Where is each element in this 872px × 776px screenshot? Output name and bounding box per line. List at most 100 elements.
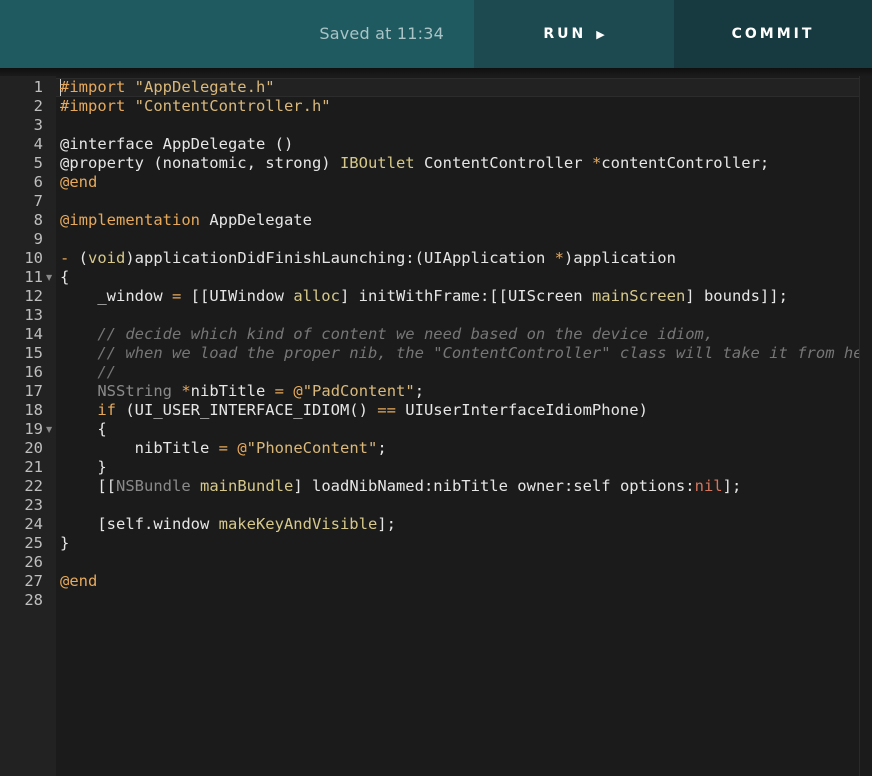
code-line: #import "AppDelegate.h" [60, 78, 275, 97]
fold-toggle-icon[interactable]: ▼ [46, 268, 52, 287]
code-token: )applicationDidFinishLaunching:(UIApplic… [125, 249, 555, 267]
code-token: alloc [293, 287, 340, 305]
commit-button[interactable]: COMMIT [674, 0, 872, 68]
code-token: - [60, 249, 79, 267]
code-editor[interactable]: #import "AppDelegate.h" #import "ContentC… [56, 76, 859, 776]
line-number: 11 [24, 268, 43, 286]
code-token: "AppDelegate.h" [134, 78, 275, 96]
line-number: 17 [24, 382, 43, 400]
code-token: )application [563, 249, 676, 267]
code-line: { [60, 268, 69, 287]
line-number: 19 [24, 420, 43, 438]
code-token: [self.window [60, 515, 219, 533]
code-line: @property (nonatomic, strong) IBOutlet C… [60, 154, 769, 173]
code-token: // decide which kind of content we need … [60, 325, 714, 343]
run-label: RUN [543, 26, 587, 42]
code-line: @interface AppDelegate () [60, 135, 293, 154]
code-token: nil [694, 477, 723, 495]
line-number: 21 [24, 458, 43, 476]
line-number: 7 [33, 192, 43, 210]
code-token: #import [60, 97, 135, 115]
code-token: UIUserInterfaceIdiomPhone) [395, 401, 648, 419]
code-token: "PhoneContent" [246, 439, 378, 457]
line-number: 23 [24, 496, 43, 514]
code-token: @end [60, 173, 98, 191]
code-token: @implementation [60, 211, 200, 229]
code-token: mainScreen [591, 287, 686, 305]
code-token: NSBundle [116, 477, 191, 495]
code-line: #import "ContentController.h" [60, 97, 331, 116]
code-token: [[ [60, 477, 116, 495]
code-token: [[UIWindow [181, 287, 294, 305]
fold-toggle-icon[interactable]: ▼ [46, 420, 52, 439]
line-number: 14 [24, 325, 43, 343]
code-token: ; [377, 439, 387, 457]
line-number: 20 [24, 439, 43, 457]
code-line: [self.window makeKeyAndVisible]; [60, 515, 396, 534]
line-number: 2 [33, 97, 43, 115]
code-token: { [60, 420, 107, 438]
code-line: nibTitle = @"PhoneContent"; [60, 439, 387, 458]
code-line: } [60, 534, 69, 553]
code-token: // when we load the proper nib, the "Con… [60, 344, 859, 362]
code-token: } [60, 458, 107, 476]
code-token: @end [60, 572, 98, 590]
code-token: ( [78, 249, 89, 267]
code-line: [[NSBundle mainBundle] loadNibNamed:nibT… [60, 477, 741, 496]
line-number: 24 [24, 515, 43, 533]
code-token: // [60, 363, 116, 381]
code-token: ]; [722, 477, 742, 495]
code-token: * [554, 249, 564, 267]
code-token: ]; [377, 515, 396, 533]
line-number: 6 [33, 173, 43, 191]
code-token: (UI_USER_INTERFACE_IDIOM() [116, 401, 378, 419]
code-token: nibTitle [190, 382, 275, 400]
line-number: 4 [33, 135, 43, 153]
line-number: 1 [33, 78, 43, 96]
code-token: ] initWithFrame:[[UIScreen [339, 287, 592, 305]
code-token: #import [60, 78, 135, 96]
line-number: 3 [33, 116, 43, 134]
code-token: = [274, 382, 285, 400]
code-token: = [171, 287, 182, 305]
line-number: 16 [24, 363, 43, 381]
code-line: - (void)applicationDidFinishLaunching:(U… [60, 249, 676, 268]
code-token: ContentController [414, 154, 592, 172]
line-number: 5 [33, 154, 43, 172]
code-token: == [377, 401, 396, 419]
code-token: @property (nonatomic, strong) [60, 154, 340, 172]
code-token: "ContentController.h" [134, 97, 331, 115]
line-number: 27 [24, 572, 43, 590]
code-token: ; [414, 382, 425, 400]
code-token: if [97, 401, 116, 419]
code-line: { [60, 420, 107, 439]
run-button[interactable]: RUN ▶ [474, 0, 674, 68]
code-line: @end [60, 173, 97, 192]
toolbar-shadow [0, 68, 872, 76]
line-number: 12 [24, 287, 43, 305]
line-number: 26 [24, 553, 43, 571]
code-line: // decide which kind of content we need … [60, 325, 713, 344]
line-number: 15 [24, 344, 43, 362]
line-number: 28 [24, 591, 43, 609]
code-token: = [218, 439, 228, 457]
line-number: 8 [33, 211, 43, 229]
vertical-scrollbar[interactable] [859, 76, 872, 776]
line-number: 18 [24, 401, 43, 419]
code-token: * [181, 382, 191, 400]
code-token: { [60, 268, 70, 286]
code-token: "PadContent" [302, 382, 415, 400]
code-line: @end [60, 572, 97, 591]
code-token: void [88, 249, 126, 267]
code-token: @ [237, 439, 247, 457]
line-number: 10 [24, 249, 43, 267]
code-line: NSString *nibTitle = @"PadContent"; [60, 382, 424, 401]
code-line: if (UI_USER_INTERFACE_IDIOM() == UIUserI… [60, 401, 648, 420]
code-token: IBOutlet [339, 154, 415, 172]
code-line: // [60, 363, 116, 382]
